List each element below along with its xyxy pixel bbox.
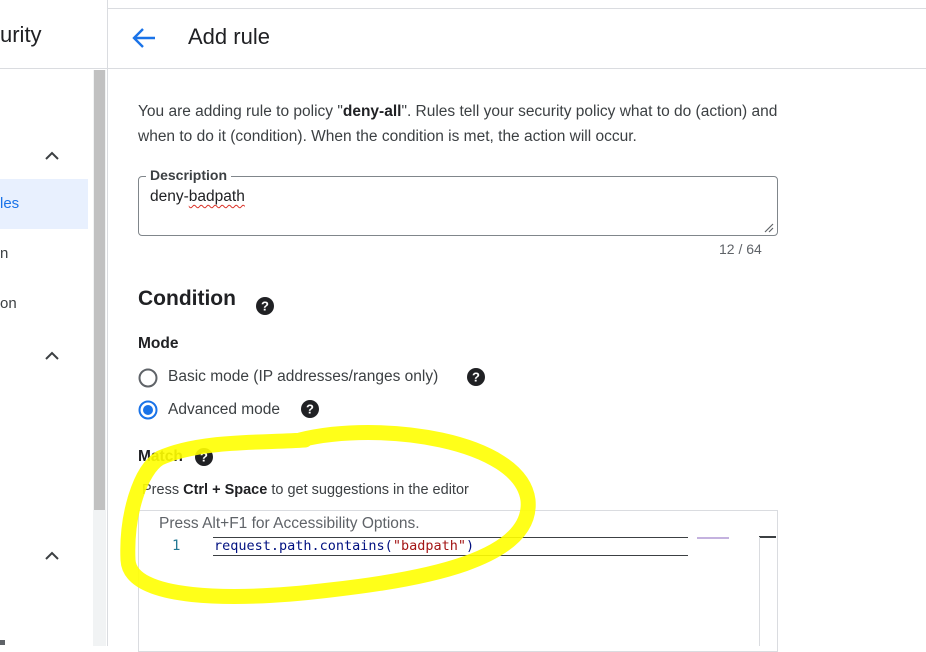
advanced-mode-label[interactable]: Advanced mode xyxy=(168,401,280,419)
description-label: Description xyxy=(146,167,232,183)
page-title: Add rule xyxy=(188,24,270,49)
header-divider xyxy=(108,68,926,69)
sidebar-bottom-icon xyxy=(0,640,5,645)
description-value[interactable]: deny-badpath xyxy=(150,188,245,206)
advanced-mode-radio[interactable] xyxy=(138,400,158,420)
mode-label: Mode xyxy=(138,335,179,352)
editor-hint: Press Ctrl + Space to get suggestions in… xyxy=(142,482,469,498)
back-arrow-icon[interactable] xyxy=(131,26,157,50)
hint-suffix: to get suggestions in the editor xyxy=(267,482,469,498)
line-number: 1 xyxy=(172,538,181,554)
sidebar-divider xyxy=(0,68,107,69)
svg-text:?: ? xyxy=(200,450,208,465)
help-icon[interactable]: ? xyxy=(256,297,274,315)
character-count: 12 / 64 xyxy=(719,241,762,257)
help-icon[interactable]: ? xyxy=(301,400,319,418)
code-suffix: ) xyxy=(465,538,475,554)
editor-accessibility-hint: Press Alt+F1 for Accessibility Options. xyxy=(159,515,420,532)
basic-mode-radio[interactable] xyxy=(138,368,158,388)
policy-name: deny-all xyxy=(342,103,402,120)
sidebar-item-2[interactable]: n xyxy=(0,245,8,262)
sidebar-item-3[interactable]: on xyxy=(0,295,17,312)
help-icon[interactable]: ? xyxy=(467,368,485,386)
editor-scrollbar[interactable] xyxy=(759,537,760,646)
sidebar-scrollbar-thumb[interactable] xyxy=(94,70,105,510)
editor-minimap-mark xyxy=(697,537,729,539)
code-line-text[interactable]: request.path.contains("badpath") xyxy=(214,538,474,554)
condition-heading: Condition xyxy=(138,287,236,310)
svg-text:?: ? xyxy=(306,402,314,417)
description-value-misspelled: badpath xyxy=(188,188,245,205)
chevron-up-icon[interactable] xyxy=(44,348,60,364)
sidebar: urity les n on xyxy=(0,0,108,646)
intro-part1: You are adding rule to policy " xyxy=(138,103,343,120)
match-label: Match xyxy=(138,448,183,465)
chevron-up-icon[interactable] xyxy=(44,548,60,564)
help-icon[interactable]: ? xyxy=(195,448,213,466)
basic-mode-label[interactable]: Basic mode (IP addresses/ranges only) xyxy=(168,368,438,386)
svg-text:?: ? xyxy=(261,299,269,314)
description-field[interactable] xyxy=(138,176,778,236)
sidebar-title: urity xyxy=(0,22,42,47)
chevron-up-icon[interactable] xyxy=(44,148,60,164)
hint-prefix: Press xyxy=(142,482,184,498)
intro-text: You are adding rule to policy "deny-all"… xyxy=(138,100,788,149)
editor-overview-ruler xyxy=(759,536,776,538)
description-value-prefix: deny- xyxy=(150,188,189,205)
code-prefix: request.path.contains( xyxy=(214,538,393,554)
hint-keys: Ctrl + Space xyxy=(183,482,268,498)
sidebar-item-rules[interactable]: les xyxy=(0,195,19,212)
svg-text:?: ? xyxy=(472,370,480,385)
code-string: "badpath" xyxy=(392,538,466,554)
resize-handle-icon[interactable] xyxy=(762,221,774,233)
